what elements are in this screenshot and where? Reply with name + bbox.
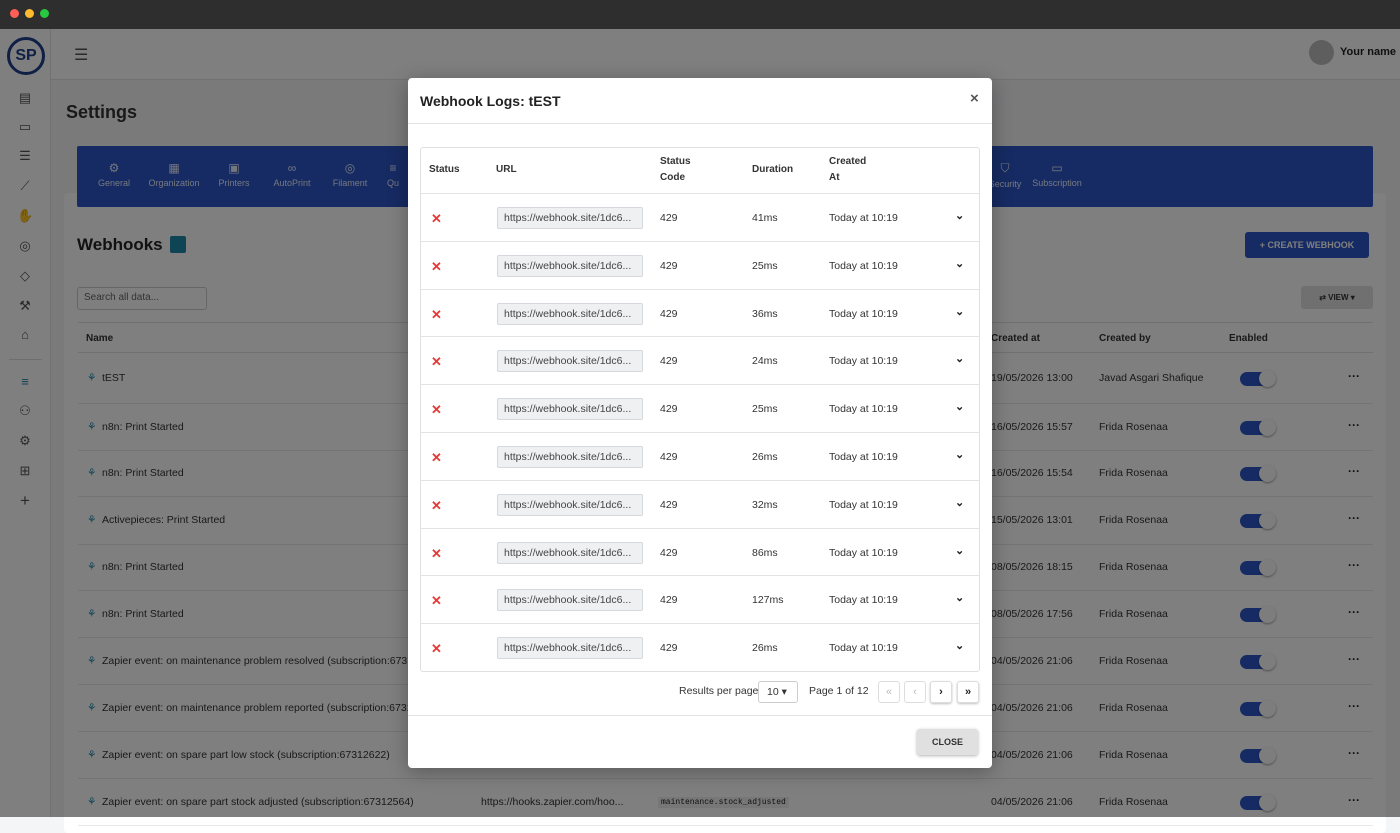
- modal-divider: [408, 123, 992, 124]
- maximize-window-dot[interactable]: [40, 9, 49, 18]
- column-status[interactable]: Status: [429, 162, 460, 178]
- log-status-code: 429: [660, 594, 678, 607]
- log-status-code: 429: [660, 642, 678, 655]
- log-duration: 26ms: [752, 642, 778, 655]
- logs-table: Status URL Status Code Duration Created At…: [420, 147, 980, 672]
- modal-title: Webhook Logs: tEST: [420, 93, 561, 109]
- log-created-at: Today at 10:19: [829, 642, 898, 655]
- chevron-down-icon[interactable]: ⌄: [955, 591, 964, 604]
- error-x-icon: ✕: [431, 306, 442, 322]
- log-url[interactable]: https://webhook.site/1dc6...: [497, 637, 643, 660]
- error-x-icon: ✕: [431, 258, 442, 274]
- log-url[interactable]: https://webhook.site/1dc6...: [497, 446, 643, 468]
- close-window-dot[interactable]: [10, 9, 19, 18]
- log-url[interactable]: https://webhook.site/1dc6...: [497, 493, 643, 516]
- log-url[interactable]: https://webhook.site/1dc6...: [497, 254, 643, 277]
- error-x-icon: ✕: [431, 211, 442, 226]
- log-url[interactable]: https://webhook.site/1dc6...: [497, 398, 643, 421]
- chevron-down-icon[interactable]: ⌄: [955, 400, 964, 413]
- chevron-down-icon[interactable]: ⌄: [955, 352, 964, 365]
- log-row[interactable]: ✕ https://webhook.site/1dc6... 429 127ms Tod…: [421, 575, 979, 623]
- log-url[interactable]: https://webhook.site/1dc6...: [497, 207, 643, 229]
- webhook-logs-modal: Webhook Logs: tEST × Status URL Status Co…: [408, 78, 992, 768]
- log-status-code: 429: [660, 546, 678, 559]
- page-info: Page 1 of 12: [809, 685, 869, 697]
- log-row[interactable]: ✕ https://webhook.site/1dc6... 429 25ms Toda…: [421, 384, 979, 432]
- log-created-at: Today at 10:19: [829, 498, 898, 511]
- log-url[interactable]: https://webhook.site/1dc6...: [497, 302, 643, 325]
- last-page-icon[interactable]: »: [957, 681, 979, 703]
- log-status-code: 429: [660, 403, 678, 416]
- modal-footer-divider: [408, 715, 992, 716]
- log-duration: 36ms: [752, 307, 778, 320]
- error-x-icon: ✕: [431, 497, 442, 513]
- log-duration: 25ms: [752, 403, 778, 416]
- log-created-at: Today at 10:19: [829, 403, 898, 416]
- chevron-down-icon[interactable]: ⌄: [955, 209, 964, 222]
- log-duration: 127ms: [752, 594, 784, 607]
- error-x-icon: ✕: [431, 641, 442, 657]
- log-url[interactable]: https://webhook.site/1dc6...: [497, 589, 643, 612]
- window-titlebar: [0, 0, 1400, 29]
- log-duration: 26ms: [752, 451, 778, 463]
- log-created-at: Today at 10:19: [829, 212, 898, 224]
- column-duration[interactable]: Duration: [752, 162, 793, 178]
- log-row[interactable]: ✕ https://webhook.site/1dc6... 429 41ms Toda…: [421, 193, 979, 241]
- log-duration: 86ms: [752, 546, 778, 559]
- chevron-down-icon[interactable]: ⌄: [955, 544, 964, 557]
- log-status-code: 429: [660, 212, 678, 224]
- chevron-down-icon[interactable]: ⌄: [955, 305, 964, 318]
- log-duration: 41ms: [752, 212, 778, 224]
- close-icon[interactable]: ×: [970, 90, 979, 107]
- log-row[interactable]: ✕ https://webhook.site/1dc6... 429 24ms Toda…: [421, 336, 979, 384]
- log-created-at: Today at 10:19: [829, 259, 898, 272]
- error-x-icon: ✕: [431, 402, 442, 418]
- results-per-page-label: Results per page: [679, 685, 759, 697]
- results-per-page-select[interactable]: 10 ▾: [758, 681, 798, 703]
- column-status-code[interactable]: Status Code: [660, 154, 691, 186]
- log-row[interactable]: ✕ https://webhook.site/1dc6... 429 26ms Toda…: [421, 432, 979, 480]
- log-url[interactable]: https://webhook.site/1dc6...: [497, 541, 643, 564]
- log-status-code: 429: [660, 451, 678, 463]
- log-row[interactable]: ✕ https://webhook.site/1dc6... 429 86ms Toda…: [421, 527, 979, 576]
- log-row[interactable]: ✕ https://webhook.site/1dc6... 429 32ms Toda…: [421, 479, 979, 528]
- log-status-code: 429: [660, 307, 678, 320]
- chevron-down-icon[interactable]: ⌄: [955, 639, 964, 652]
- log-created-at: Today at 10:19: [829, 546, 898, 559]
- log-duration: 32ms: [752, 498, 778, 511]
- log-row[interactable]: ✕ https://webhook.site/1dc6... 429 36ms Toda…: [421, 288, 979, 337]
- chevron-down-icon[interactable]: ⌄: [955, 257, 964, 270]
- column-url[interactable]: URL: [496, 162, 517, 178]
- log-duration: 25ms: [752, 259, 778, 272]
- error-x-icon: ✕: [431, 450, 442, 465]
- log-row[interactable]: ✕ https://webhook.site/1dc6... 429 26ms Toda…: [421, 623, 979, 671]
- log-created-at: Today at 10:19: [829, 594, 898, 607]
- error-x-icon: ✕: [431, 545, 442, 561]
- chevron-down-icon[interactable]: ⌄: [955, 496, 964, 509]
- log-created-at: Today at 10:19: [829, 451, 898, 463]
- log-duration: 24ms: [752, 355, 778, 368]
- error-x-icon: ✕: [431, 354, 442, 370]
- log-created-at: Today at 10:19: [829, 307, 898, 320]
- log-created-at: Today at 10:19: [829, 355, 898, 368]
- log-url[interactable]: https://webhook.site/1dc6...: [497, 350, 643, 373]
- chevron-down-icon[interactable]: ⌄: [955, 448, 964, 461]
- prev-page-icon[interactable]: ‹: [904, 681, 926, 703]
- next-page-icon[interactable]: ›: [930, 681, 952, 703]
- column-created-at[interactable]: Created At: [829, 154, 866, 186]
- log-status-code: 429: [660, 259, 678, 272]
- close-button[interactable]: CLOSE: [917, 729, 978, 755]
- first-page-icon[interactable]: «: [878, 681, 900, 703]
- log-status-code: 429: [660, 498, 678, 511]
- error-x-icon: ✕: [431, 593, 442, 609]
- minimize-window-dot[interactable]: [25, 9, 34, 18]
- log-status-code: 429: [660, 355, 678, 368]
- log-row[interactable]: ✕ https://webhook.site/1dc6... 429 25ms Toda…: [421, 240, 979, 289]
